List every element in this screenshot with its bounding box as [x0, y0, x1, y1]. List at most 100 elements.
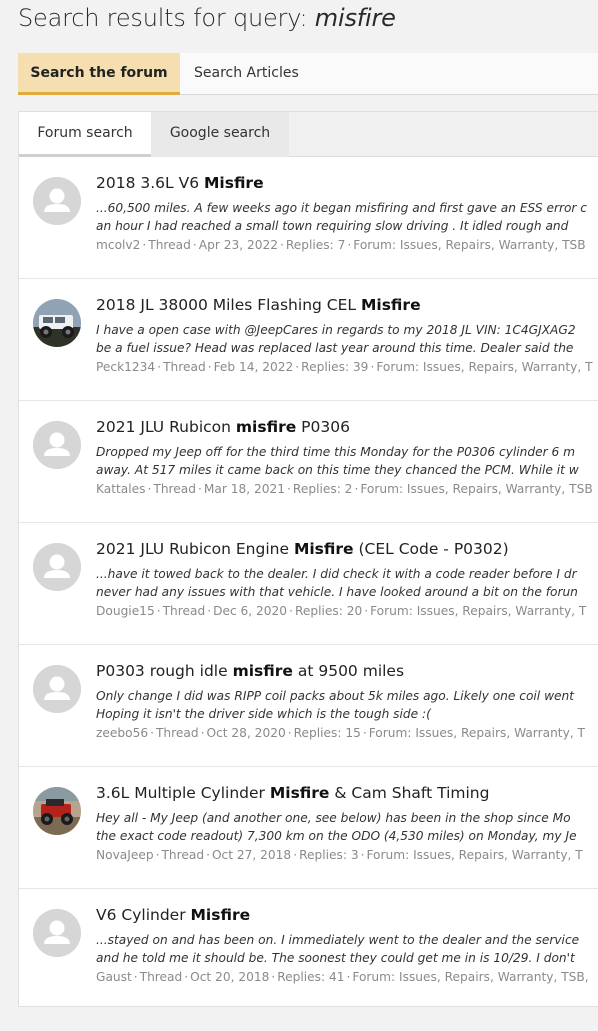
avatar[interactable] [33, 665, 81, 713]
avatar[interactable] [33, 787, 81, 835]
jeep-photo-icon [33, 299, 81, 347]
separator: · [155, 848, 160, 862]
title-text: 2018 JL 38000 Miles Flashing CEL [96, 296, 361, 314]
forum-link[interactable]: Forum: Issues, Repairs, Warranty, T [369, 726, 585, 740]
result-date: Dec 6, 2020 [213, 604, 288, 618]
snippet-line-1: Dropped my Jeep off for the third time t… [96, 445, 576, 459]
author-link[interactable]: Kattales [96, 482, 146, 496]
title-text: 2021 JLU Rubicon [96, 418, 236, 436]
result-item: 2018 JL 38000 Miles Flashing CEL Misfire… [19, 279, 598, 401]
separator: · [346, 970, 351, 984]
separator: · [207, 604, 212, 618]
separator: · [287, 482, 291, 496]
avatar[interactable] [33, 421, 81, 469]
result-item: 2021 JLU Rubicon Engine Misfire (CEL Cod… [19, 523, 598, 645]
result-snippet: I have a open case with @JeepCares in re… [96, 321, 598, 357]
snippet-line-1: ...stayed on and has been on. I immediat… [96, 933, 580, 947]
result-date: Feb 14, 2022 [213, 360, 294, 374]
title-text-after: at 9500 miles [292, 662, 405, 680]
tab-search-articles[interactable]: Search Articles [194, 53, 299, 95]
result-meta: Dougie15 · Thread · Dec 6, 2020 · Replies: 20 ·… [96, 604, 586, 618]
result-item: P0303 rough idle misfire at 9500 miles O… [19, 645, 598, 767]
forum-link[interactable]: Forum: Issues, Repairs, Warranty, TSB [353, 238, 585, 252]
avatar[interactable] [33, 177, 81, 225]
result-title[interactable]: 2018 3.6L V6 Misfire [96, 174, 264, 192]
separator: · [354, 482, 359, 496]
avatar[interactable] [33, 909, 81, 957]
separator: · [150, 726, 154, 740]
title-text-after: (CEL Code - P0302) [353, 540, 509, 558]
title-text: P0303 rough idle [96, 662, 233, 680]
jeep-photo-icon [33, 787, 81, 835]
result-meta: zeebo56 · Thread · Oct 28, 2020 · Replies: 15 ·… [96, 726, 585, 740]
snippet-line-1: ...have it towed back to the dealer. I d… [96, 567, 577, 581]
separator: · [293, 848, 298, 862]
primary-tabs: Search the forum Search Articles [18, 53, 598, 95]
page-title-query: misfire [314, 4, 396, 32]
forum-link[interactable]: Forum: Issues, Repairs, Warranty, TSB, [352, 970, 588, 984]
reply-count: Replies: 20 [294, 604, 363, 618]
content-type: Thread [139, 970, 183, 984]
separator: · [370, 360, 375, 374]
tab-google-search[interactable]: Google search [151, 112, 289, 157]
result-title[interactable]: V6 Cylinder Misfire [96, 906, 250, 924]
result-title[interactable]: 3.6L Multiple Cylinder Misfire & Cam Sha… [96, 784, 489, 802]
title-match: Misfire [293, 540, 354, 558]
result-date: Mar 18, 2021 [203, 482, 286, 496]
tab-search-the-forum[interactable]: Search the forum [18, 53, 180, 95]
author-link[interactable]: Dougie15 [96, 604, 155, 618]
separator: · [184, 970, 189, 984]
result-meta: Gaust · Thread · Oct 20, 2018 · Replies: 41 · Fo… [96, 970, 589, 984]
result-date: Oct 20, 2018 [190, 970, 270, 984]
author-link[interactable]: zeebo56 [96, 726, 148, 740]
result-snippet: Only change I did was RIPP coil packs ab… [96, 687, 598, 723]
result-date: Oct 27, 2018 [211, 848, 292, 862]
separator: · [360, 848, 365, 862]
title-text: 3.6L Multiple Cylinder [96, 784, 270, 802]
separator: · [206, 848, 210, 862]
reply-count: Replies: 7 [285, 238, 346, 252]
title-text: 2021 JLU Rubicon Engine [96, 540, 294, 558]
content-type: Thread [162, 604, 206, 618]
forum-link[interactable]: Forum: Issues, Repairs, Warranty, T [376, 360, 592, 374]
snippet-line-1: Hey all - My Jeep (and another one, see … [96, 811, 571, 825]
title-text: V6 Cylinder [96, 906, 191, 924]
result-title[interactable]: 2021 JLU Rubicon Engine Misfire (CEL Cod… [96, 540, 509, 558]
results-list: 2018 3.6L V6 Misfire ...60,500 miles. A … [19, 157, 598, 1006]
separator: · [200, 726, 205, 740]
reply-count: Replies: 2 [292, 482, 353, 496]
snippet-line-1: ...60,500 miles. A few weeks ago it bega… [96, 201, 588, 215]
snippet-line-1: Only change I did was RIPP coil packs ab… [96, 689, 575, 703]
title-match: Misfire [190, 906, 251, 924]
separator: · [207, 360, 212, 374]
snippet-line-2: never had any issues with that vehicle. … [96, 585, 578, 599]
snippet-line-2: be a fuel issue? Head was replaced last … [96, 341, 574, 355]
separator: · [287, 726, 292, 740]
separator: · [192, 238, 197, 252]
result-meta: mcolv2 · Thread · Apr 23, 2022 · Replies: 7 · Fo… [96, 238, 586, 252]
avatar[interactable] [33, 299, 81, 347]
forum-link[interactable]: Forum: Issues, Repairs, Warranty, T [370, 604, 586, 618]
separator: · [142, 238, 147, 252]
result-snippet: Dropped my Jeep off for the third time t… [96, 443, 598, 479]
title-match: Misfire [360, 296, 421, 314]
result-title[interactable]: 2018 JL 38000 Miles Flashing CEL Misfire [96, 296, 421, 314]
title-match: misfire [232, 662, 293, 680]
reply-count: Replies: 15 [293, 726, 361, 740]
result-title[interactable]: P0303 rough idle misfire at 9500 miles [96, 662, 404, 680]
forum-link[interactable]: Forum: Issues, Repairs, Warranty, TSB [360, 482, 592, 496]
author-link[interactable]: Gaust [96, 970, 132, 984]
tab-forum-search[interactable]: Forum search [19, 112, 151, 157]
reply-count: Replies: 3 [299, 848, 359, 862]
title-match: misfire [235, 418, 297, 436]
results-panel: Forum search Google search 2018 3.6L V6 … [18, 111, 598, 1007]
default-avatar-icon [33, 543, 81, 591]
author-link[interactable]: mcolv2 [96, 238, 140, 252]
result-title[interactable]: 2021 JLU Rubicon misfire P0306 [96, 418, 350, 436]
author-link[interactable]: Peck1234 [96, 360, 155, 374]
author-link[interactable]: NovaJeep [96, 848, 154, 862]
avatar[interactable] [33, 543, 81, 591]
separator: · [147, 482, 152, 496]
title-text: 2018 3.6L V6 [96, 174, 204, 192]
forum-link[interactable]: Forum: Issues, Repairs, Warranty, T [366, 848, 582, 862]
